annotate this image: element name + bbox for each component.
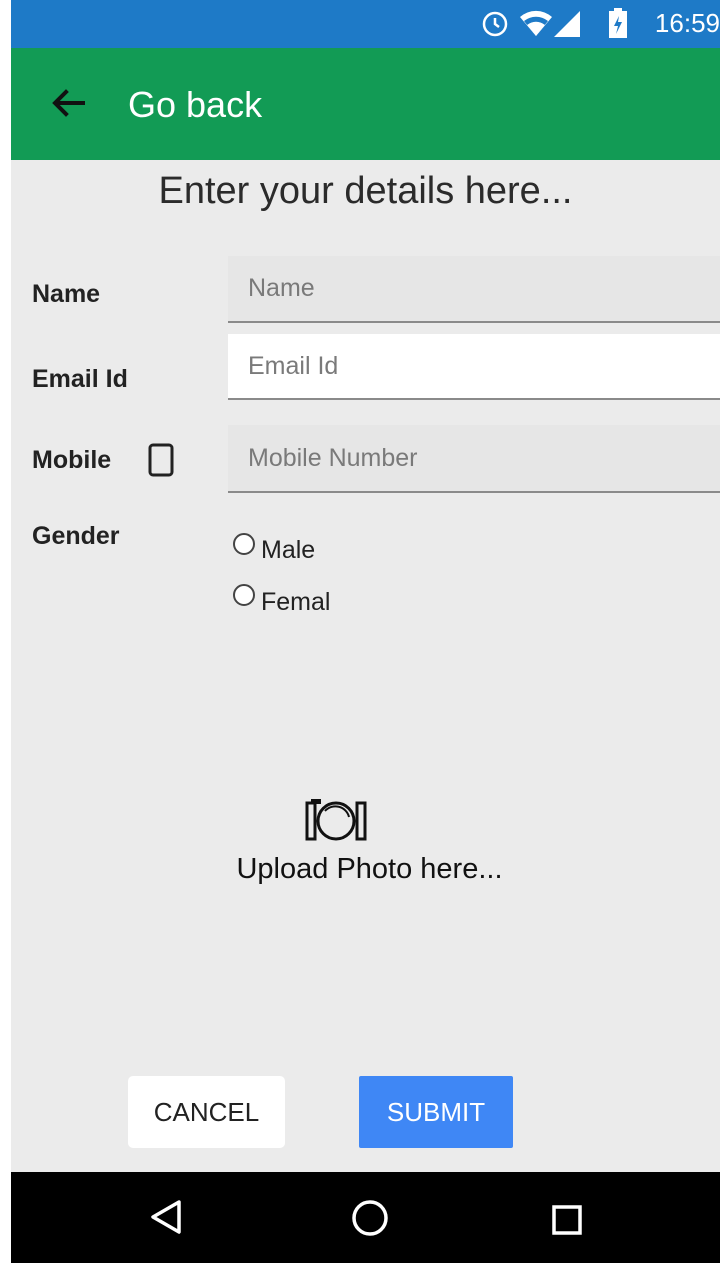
back-triangle-icon[interactable] — [149, 1199, 183, 1235]
home-circle-icon[interactable] — [351, 1199, 389, 1237]
camera-icon[interactable] — [303, 797, 369, 843]
recents-square-icon[interactable] — [551, 1204, 583, 1236]
upload-photo-label[interactable]: Upload Photo here... — [11, 853, 720, 886]
page-heading: Enter your details here... — [158, 170, 573, 212]
arrow-left-icon[interactable] — [51, 88, 85, 118]
mobile-number-input[interactable] — [228, 425, 720, 493]
battery-icon — [609, 8, 627, 38]
navigation-bar — [11, 1172, 720, 1263]
submit-button[interactable]: SUBMIT — [359, 1076, 513, 1148]
email-label: Email Id — [32, 365, 128, 393]
phone-icon — [148, 443, 174, 477]
name-label: Name — [32, 280, 101, 308]
gender-female-label[interactable]: Femal — [261, 588, 330, 617]
gender-male-radio[interactable] — [233, 533, 255, 555]
alarm-icon — [482, 11, 508, 37]
email-input[interactable] — [228, 334, 720, 400]
status-time: 16:59 — [654, 8, 720, 38]
status-bar: 16:59 — [11, 0, 720, 48]
gender-female-radio[interactable] — [233, 584, 255, 606]
wifi-icon — [520, 10, 552, 37]
cancel-button[interactable]: CANCEL — [128, 1076, 285, 1148]
app-bar: Go back — [11, 48, 720, 160]
mobile-label: Mobile — [32, 446, 112, 474]
signal-icon — [554, 11, 580, 37]
app-bar-title[interactable]: Go back — [128, 84, 262, 126]
name-input[interactable] — [228, 256, 720, 323]
app-screen: 16:59 Go back Enter your details here...… — [11, 0, 720, 1263]
gender-label: Gender — [32, 522, 120, 550]
gender-male-label[interactable]: Male — [261, 536, 315, 565]
